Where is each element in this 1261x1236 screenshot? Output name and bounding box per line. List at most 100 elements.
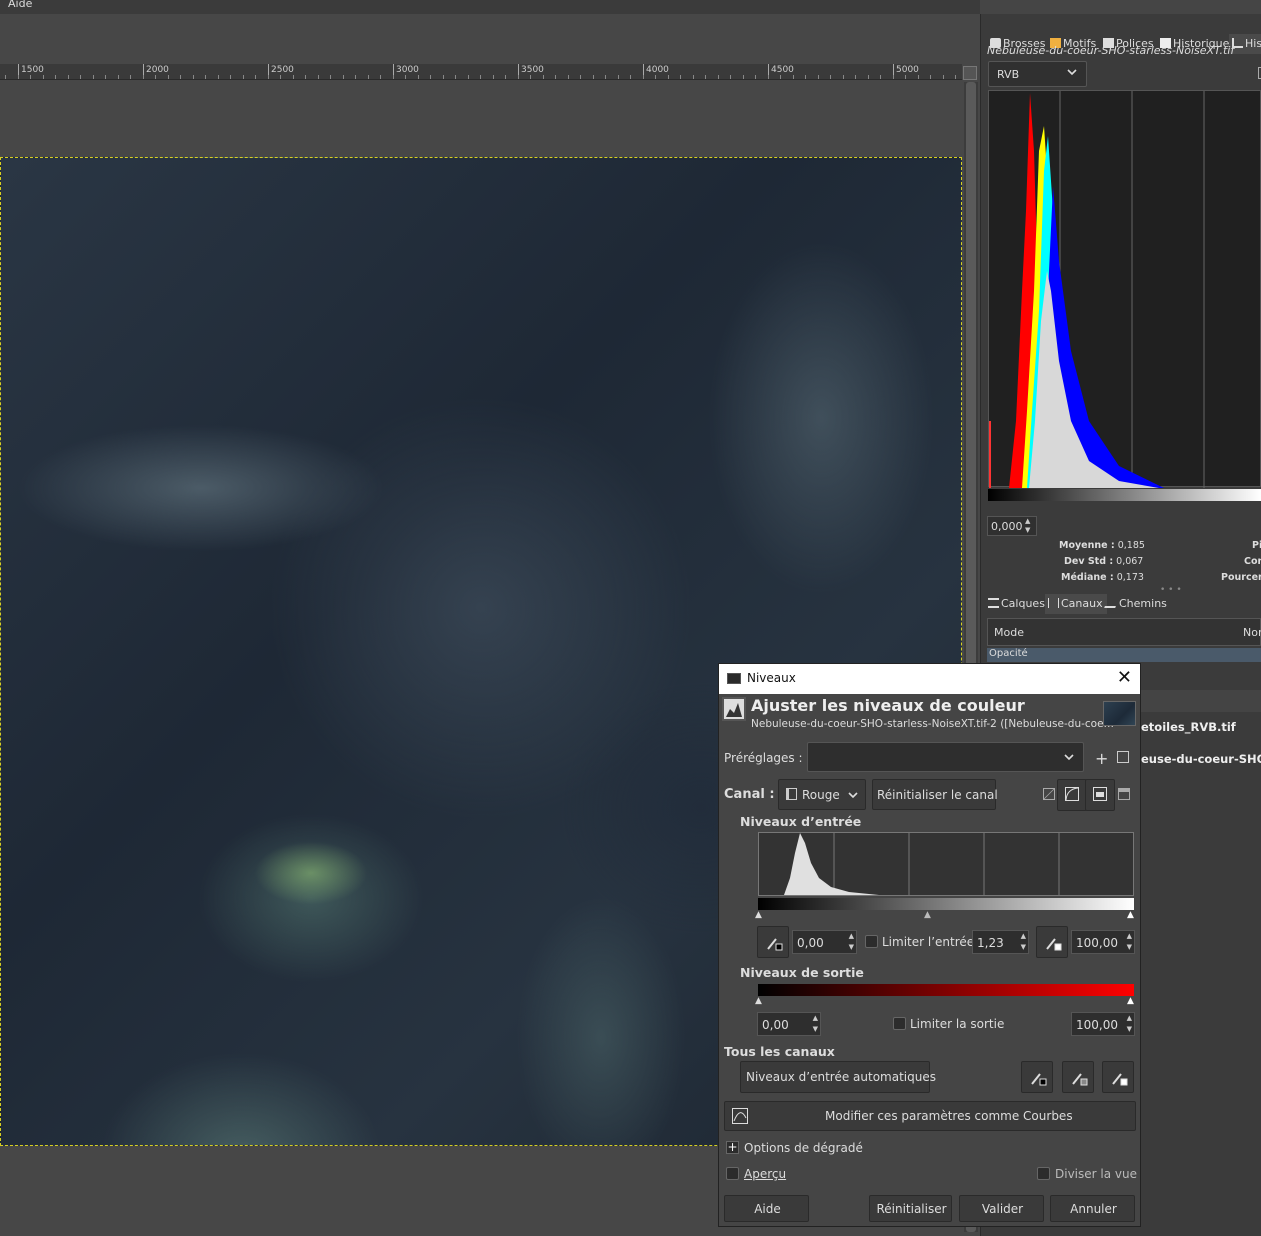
pick-black-all-button[interactable]: [1021, 1061, 1053, 1093]
ruler-minor-tick: [767, 75, 769, 79]
menubar: Aide: [0, 0, 980, 14]
output-high-spin[interactable]: 100,00 ▲ ▼: [1071, 1012, 1135, 1036]
preview-checkbox[interactable]: [726, 1167, 739, 1180]
ruler-minor-tick: [180, 75, 181, 79]
ruler-minor-tick: [780, 75, 781, 79]
linear-histogram-icon[interactable]: [1043, 788, 1055, 800]
image-thumbnail: [1103, 701, 1136, 726]
presets-label: Préréglages :: [724, 751, 803, 765]
blending-options-label[interactable]: Options de dégradé: [744, 1141, 863, 1155]
expand-blending-icon[interactable]: +: [726, 1141, 739, 1154]
ruler-minor-tick: [880, 75, 881, 79]
input-low-handle[interactable]: ▲: [755, 910, 762, 920]
layer-name-stars[interactable]: etoiles_RVB.tif: [1141, 720, 1236, 734]
output-levels-title: Niveaux de sortie: [740, 965, 864, 980]
ruler-minor-tick: [5, 75, 6, 79]
input-gamma-handle[interactable]: ▲: [924, 910, 931, 920]
input-levels-histogram: [758, 832, 1134, 896]
pick-white-point-button[interactable]: [1036, 926, 1068, 958]
preview-label[interactable]: Aperçu: [744, 1167, 786, 1181]
ruler-minor-tick: [755, 75, 756, 79]
ruler-minor-tick: [455, 75, 456, 79]
split-view-label[interactable]: Diviser la vue: [1055, 1167, 1137, 1181]
ok-button[interactable]: Valider: [959, 1195, 1044, 1222]
reset-button[interactable]: Réinitialiser: [869, 1195, 952, 1222]
chevron-down-icon: [847, 789, 859, 804]
ruler-minor-tick: [442, 75, 444, 79]
output-gradient: [758, 984, 1134, 996]
ruler-minor-tick: [892, 75, 894, 79]
spin-arrows-icon[interactable]: ▲ ▼: [1025, 517, 1030, 535]
channel-combo[interactable]: Rouge: [778, 779, 866, 810]
help-button[interactable]: Aide: [724, 1195, 809, 1222]
ruler-minor-tick: [805, 75, 806, 79]
ruler-minor-tick: [430, 75, 431, 79]
ruler-minor-tick: [505, 75, 506, 79]
ruler-minor-tick: [655, 75, 656, 79]
menu-help[interactable]: Aide: [8, 0, 32, 10]
ruler-minor-tick: [205, 75, 206, 79]
ruler-minor-tick: [930, 75, 931, 79]
layer-name-nebula[interactable]: euse-du-coeur-SHO-st: [1141, 752, 1261, 766]
gimp-wilber-icon: [727, 673, 741, 684]
ruler-minor-tick: [955, 75, 956, 79]
collapse-view-icon[interactable]: [1118, 788, 1130, 800]
ruler-minor-tick: [680, 75, 681, 79]
input-gradient: [758, 898, 1134, 910]
ruler-minor-tick: [392, 75, 394, 79]
log-histogram-button[interactable]: [1057, 779, 1087, 811]
tab-paths[interactable]: Chemins: [1103, 594, 1171, 614]
chevron-down-icon: [1063, 751, 1075, 766]
add-preset-icon[interactable]: +: [1095, 749, 1108, 768]
pick-gray-all-button[interactable]: [1062, 1061, 1094, 1093]
ruler-minor-tick: [717, 75, 719, 79]
clamp-output-checkbox[interactable]: [893, 1017, 906, 1030]
layer-mode-row[interactable]: Mode Nor: [987, 618, 1261, 646]
pick-black-point-button[interactable]: [757, 926, 789, 958]
rgb-histogram: [988, 90, 1261, 488]
histogram-channel-select[interactable]: RVB: [988, 61, 1087, 87]
ruler-minor-tick: [42, 75, 44, 79]
ruler-minor-tick: [305, 75, 306, 79]
output-high-handle[interactable]: ▲: [1127, 996, 1134, 1006]
ruler-minor-tick: [142, 75, 144, 79]
clamp-input-checkbox[interactable]: [865, 935, 878, 948]
ruler-minor-tick: [917, 75, 919, 79]
layer-opacity-slider[interactable]: Opacité: [987, 648, 1261, 662]
ruler-minor-tick: [480, 75, 481, 79]
auto-input-levels-button[interactable]: Niveaux d’entrée automatiques: [740, 1061, 936, 1093]
tab-channels[interactable]: Canaux: [1045, 594, 1107, 614]
ruler-minor-tick: [867, 75, 869, 79]
input-low-spin[interactable]: 0,00 ▲ ▼: [792, 930, 857, 954]
tab-layers[interactable]: Calques: [985, 594, 1049, 614]
ruler-minor-tick: [905, 75, 906, 79]
input-high-handle[interactable]: ▲: [1127, 910, 1134, 920]
edit-as-curves-button[interactable]: Modifier ces paramètres comme Courbes: [724, 1101, 1136, 1131]
split-view-checkbox[interactable]: [1037, 1167, 1050, 1180]
ruler-minor-tick: [792, 75, 794, 79]
presets-combo[interactable]: [807, 742, 1084, 772]
ruler-minor-tick: [942, 75, 944, 79]
histogram-view-button[interactable]: [1085, 779, 1115, 811]
histogram-filename: Nebuleuse-du-coeur-SHO-starless-NoiseXT.…: [987, 44, 1235, 57]
input-gamma-spin[interactable]: 1,23 ▲ ▼: [972, 930, 1029, 954]
reset-channel-button[interactable]: Réinitialiser le canal: [872, 779, 998, 810]
pick-white-all-button[interactable]: [1102, 1061, 1134, 1093]
cancel-button[interactable]: Annuler: [1050, 1195, 1135, 1222]
ruler-minor-tick: [417, 75, 419, 79]
output-low-spin[interactable]: 0,00 ▲ ▼: [757, 1012, 821, 1036]
zoom-navigate-button[interactable]: [963, 66, 977, 80]
ruler-minor-tick: [567, 75, 569, 79]
ruler-minor-tick: [667, 75, 669, 79]
histogram-gradient-strip: [988, 489, 1261, 501]
curves-icon: [732, 1108, 748, 1127]
close-icon[interactable]: ✕: [1117, 667, 1132, 688]
preset-menu-icon[interactable]: [1117, 751, 1129, 763]
ruler-minor-tick: [830, 75, 831, 79]
output-low-handle[interactable]: ▲: [755, 996, 762, 1006]
input-high-spin[interactable]: 100,00 ▲ ▼: [1071, 930, 1135, 954]
ruler-minor-tick: [230, 75, 231, 79]
ruler-minor-tick: [855, 75, 856, 79]
ruler-minor-tick: [705, 75, 706, 79]
ruler-minor-tick: [467, 75, 469, 79]
